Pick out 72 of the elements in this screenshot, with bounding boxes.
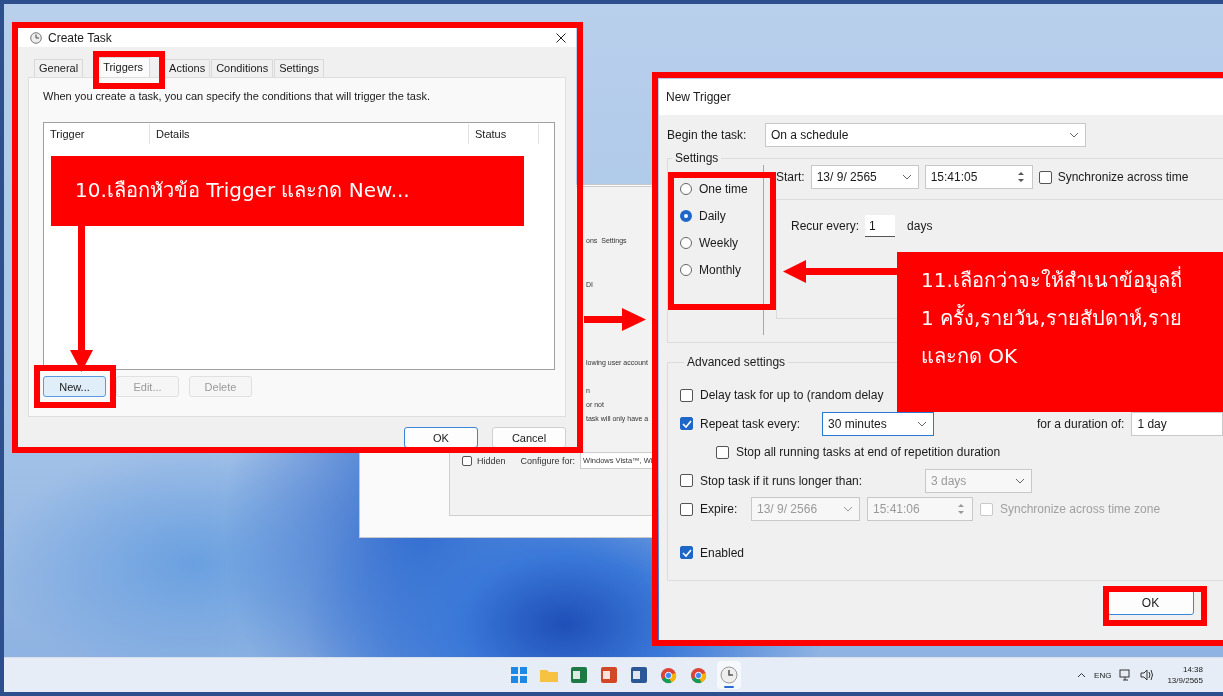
dialog-button[interactable]: OK [404, 427, 478, 448]
checkbox[interactable] [680, 417, 693, 431]
checkbox-label[interactable]: Enabled [700, 545, 745, 560]
list-action-button[interactable]: New... [43, 376, 106, 397]
checkbox[interactable] [680, 502, 693, 516]
field-label: Begin the task: [667, 128, 748, 142]
checkbox[interactable] [680, 474, 693, 488]
chevron-up-icon[interactable] [1077, 672, 1087, 678]
radio-label[interactable]: One time [699, 181, 748, 196]
checkbox-label[interactable]: Stop task if it runs longer than: [700, 473, 918, 488]
tab[interactable]: Actions [164, 59, 211, 77]
checkbox[interactable] [680, 388, 693, 402]
field-label: for a duration of: [1037, 416, 1125, 431]
interval-dropdown[interactable]: 30 minutes [822, 411, 934, 436]
recur-input[interactable]: 1 [865, 215, 896, 237]
date-picker[interactable]: 13/ 9/ 2565 [810, 165, 919, 189]
tab[interactable]: Triggers [96, 57, 151, 77]
callout-text: 1 ครั้ง,รายวัน,รายสัปดาห์,ราย [921, 304, 1184, 332]
radio-label[interactable]: Daily [699, 208, 726, 223]
begin-dropdown[interactable]: On a schedule [765, 123, 1086, 147]
chevron-down-icon [1015, 477, 1025, 484]
field-label: Recur every: [791, 218, 860, 235]
chevron-down-icon [1069, 132, 1079, 138]
language-indicator[interactable]: ENG [1094, 670, 1112, 680]
field-label: Start: [776, 170, 805, 184]
tab[interactable]: General [34, 59, 84, 77]
checkbox-label[interactable]: Expire: [700, 502, 744, 517]
window-title: Create Task [48, 30, 113, 45]
checkbox-label[interactable]: Stop all running tasks at end of repetition duration [736, 445, 1001, 460]
callout-text: 10.เลือกหัวข้อ Trigger และกด New... [75, 177, 411, 204]
speaker-icon[interactable] [1140, 669, 1154, 681]
close-icon[interactable] [556, 32, 566, 43]
checkbox[interactable] [716, 445, 729, 459]
configure-label: Configure for: [520, 455, 576, 466]
clock-icon [30, 31, 42, 44]
checkbox-label[interactable]: Synchronize across time [1057, 170, 1189, 184]
checkbox[interactable] [462, 455, 472, 466]
radio-label[interactable]: Monthly [699, 262, 742, 277]
column-header[interactable]: Status [469, 124, 539, 144]
duration-dropdown[interactable]: 1 day [1131, 411, 1223, 436]
arrow [584, 308, 646, 331]
tab[interactable]: Conditions [211, 59, 274, 77]
column-header[interactable]: Details [150, 124, 469, 144]
network-icon[interactable] [1119, 669, 1133, 681]
ok-button[interactable]: OK [1107, 590, 1194, 615]
time-field[interactable]: 15:41:05 [924, 165, 1033, 189]
radio-button[interactable] [680, 236, 692, 249]
clock-date[interactable]: 13/9/2565 [1167, 675, 1203, 686]
callout-text: และกด OK [921, 343, 1019, 370]
clock-app-icon[interactable] [716, 661, 741, 689]
checkbox[interactable] [680, 546, 693, 560]
group-title: Advanced settings [686, 355, 787, 369]
radio-label[interactable]: Weekly [699, 235, 739, 250]
callout-text: 11.เลือกว่าจะให้สำเนาข้อมูลถี่ [921, 266, 1183, 294]
checkbox[interactable] [1038, 170, 1052, 184]
unit-label: days [907, 218, 933, 235]
chevron-down-icon [917, 420, 927, 427]
radio-button[interactable] [680, 263, 692, 276]
checkbox-label: Hidden [477, 455, 506, 466]
description-text: When you create a task, you can specify the conditions that will trigger the task. [43, 90, 432, 102]
column-header[interactable]: Trigger [44, 124, 150, 144]
dialog-button[interactable]: Cancel [492, 427, 566, 448]
radio-button[interactable] [680, 182, 692, 195]
radio-button[interactable] [680, 209, 692, 222]
group-title: Settings [674, 151, 720, 165]
chevron-down-icon [843, 506, 853, 513]
clock-time[interactable]: 14:38 [1182, 664, 1203, 675]
checkbox-label[interactable]: Repeat task every: [700, 416, 815, 431]
checkbox-label[interactable]: Delay task for up to (random delay [700, 388, 884, 403]
tab[interactable]: Settings [274, 59, 324, 77]
chevron-down-icon [901, 174, 912, 180]
window-title: New Trigger [666, 90, 731, 104]
